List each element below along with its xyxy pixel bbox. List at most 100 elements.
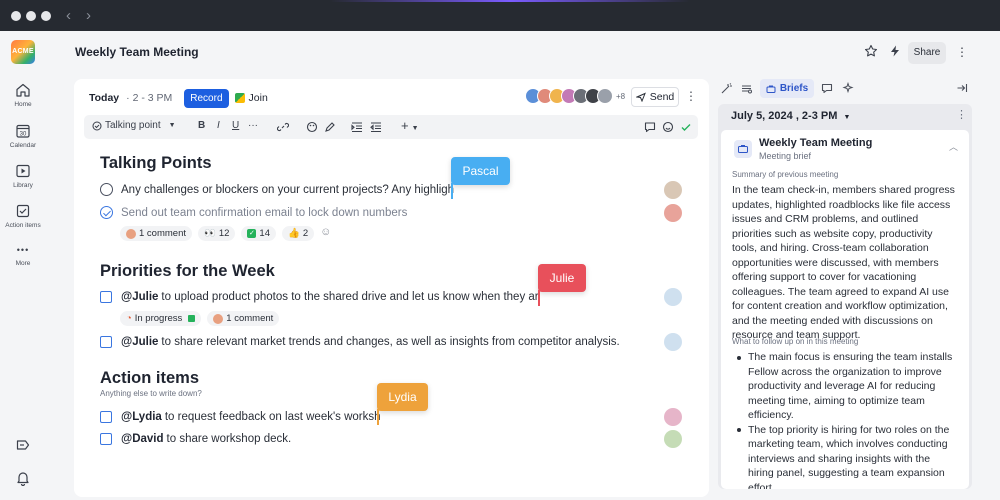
attendee-avatars[interactable]: +8 — [525, 88, 625, 104]
more-format-button[interactable]: ··· — [248, 120, 258, 131]
sidebar-item-label: Action items — [5, 222, 41, 229]
action-item[interactable]: @David to share workshop deck. — [100, 433, 291, 445]
insert-button[interactable]: + ▼ — [401, 118, 419, 133]
talking-point-item[interactable]: Send out team confirmation email to lock… — [100, 206, 407, 219]
sidebar-item-label: Home — [14, 101, 32, 108]
collapse-panel-icon[interactable] — [956, 82, 968, 94]
join-button[interactable]: Join — [234, 92, 268, 104]
sidebar-item-action-items[interactable]: Action items — [0, 203, 46, 229]
feedback-icon — [16, 440, 30, 450]
record-button[interactable]: Record — [184, 88, 229, 108]
tab-briefs[interactable]: Briefs — [760, 79, 814, 98]
sidebar-item-label: Library — [13, 182, 33, 189]
action-item[interactable]: @Lydia to request feedback on last week'… — [100, 411, 381, 423]
panel-kebab-icon[interactable]: ⋮ — [956, 108, 967, 121]
sparkle-icon[interactable] — [842, 82, 855, 95]
block-style-select[interactable]: Talking point ▼ — [92, 120, 176, 131]
back-icon[interactable]: ‹ — [66, 7, 71, 24]
underline-button[interactable]: U — [232, 120, 239, 131]
followup-label: What to follow up on in this meeting — [732, 337, 859, 346]
calendar-day: 30 — [20, 131, 27, 137]
outdent-icon[interactable] — [370, 121, 382, 133]
cursor-tag-julie: Julie — [538, 264, 586, 292]
status-badge[interactable]: ◔ In progress — [120, 311, 202, 326]
palette-icon[interactable] — [306, 121, 318, 133]
notifications-button[interactable] — [0, 470, 46, 486]
cursor-tag-lydia: Lydia — [377, 383, 428, 411]
lightning-icon[interactable] — [888, 44, 902, 58]
magic-wand-icon[interactable] — [720, 82, 733, 95]
meeting-date-select[interactable]: July 5, 2024 , 2-3 PM ▼ — [731, 110, 850, 122]
avatar — [597, 88, 613, 104]
window-minimize-dot[interactable] — [26, 11, 36, 21]
attendee-more-count: +8 — [616, 91, 626, 101]
comment-chip[interactable]: 1 comment — [120, 226, 192, 241]
talking-point-checkbox-checked[interactable] — [100, 206, 113, 219]
reaction-row: 1 comment 👀 12 ✓ 14 👍 2 ☺ — [120, 226, 331, 241]
share-button[interactable]: Share — [908, 42, 946, 64]
action-item-checkbox[interactable] — [100, 291, 112, 303]
section-title-priorities: Priorities for the Week — [100, 262, 275, 280]
window-close-dot[interactable] — [11, 11, 21, 21]
card-kebab-icon[interactable]: ⋮ — [685, 89, 697, 103]
avatar — [664, 408, 682, 426]
app-logo[interactable]: ACME — [11, 40, 35, 64]
talking-point-checkbox[interactable] — [100, 183, 113, 196]
add-reaction-icon[interactable]: ☺ — [320, 226, 331, 241]
editor-toolbar: Talking point ▼ B I U ··· + ▼ — [84, 115, 698, 139]
indent-icon[interactable] — [351, 121, 363, 133]
talking-point-item[interactable]: Any challenges or blockers on your curre… — [100, 183, 454, 196]
comment-icon[interactable] — [644, 121, 656, 133]
check-reaction[interactable]: ✓ 14 — [241, 226, 276, 241]
meeting-day: Today — [89, 92, 120, 104]
action-items-icon — [16, 204, 30, 218]
emoji-icon[interactable] — [662, 121, 674, 133]
feedback-button[interactable] — [0, 437, 46, 453]
mention[interactable]: @David — [121, 433, 164, 445]
forward-icon[interactable]: › — [86, 7, 91, 24]
star-icon[interactable] — [864, 44, 878, 58]
agenda-icon[interactable] — [740, 82, 753, 95]
left-rail: ACME Home 30 Calendar Library Action ite… — [0, 31, 46, 500]
thumbs-up-reaction[interactable]: 👍 2 — [282, 226, 315, 241]
saved-check-icon — [681, 124, 691, 131]
thumbs-up-icon: 👍 — [288, 228, 300, 239]
mention[interactable]: @Julie — [121, 291, 158, 303]
action-item-checkbox[interactable] — [100, 336, 112, 348]
avatar — [126, 228, 136, 239]
sidebar-item-calendar[interactable]: 30 Calendar — [0, 123, 46, 149]
more-icon: ••• — [16, 245, 30, 255]
chevron-down-icon: ▼ — [843, 114, 851, 121]
eyes-reaction[interactable]: 👀 12 — [198, 226, 236, 241]
sidebar-item-more[interactable]: ••• More — [0, 243, 46, 267]
briefcase-icon — [766, 85, 776, 93]
status-icon: ◔ — [126, 313, 132, 324]
comment-chip[interactable]: 1 comment — [207, 311, 280, 326]
section-subtitle: Anything else to write down? — [100, 389, 202, 398]
meeting-time: · 2 - 3 PM — [126, 92, 173, 104]
avatar — [213, 313, 224, 324]
avatar — [664, 430, 682, 448]
send-button[interactable]: Send — [631, 87, 679, 107]
window-maximize-dot[interactable] — [41, 11, 51, 21]
status-row: ◔ In progress 1 comment — [120, 311, 280, 326]
section-title-talking-points: Talking Points — [100, 154, 212, 172]
followup-list: The main focus is ensuring the team inst… — [732, 350, 958, 489]
list-item: The top priority is hiring for two roles… — [732, 423, 958, 489]
sidebar-item-library[interactable]: Library — [0, 163, 46, 189]
action-item[interactable]: @Julie to upload product photos to the s… — [100, 291, 539, 303]
mention[interactable]: @Julie — [121, 336, 158, 348]
header-kebab-icon[interactable]: ⋮ — [956, 45, 968, 59]
action-item-checkbox[interactable] — [100, 433, 112, 445]
mention[interactable]: @Lydia — [121, 411, 162, 423]
bold-button[interactable]: B — [198, 120, 205, 131]
action-item[interactable]: @Julie to share relevant market trends a… — [100, 336, 620, 348]
sidebar-item-home[interactable]: Home — [0, 82, 46, 108]
chat-icon[interactable] — [821, 82, 834, 95]
highlighter-icon[interactable] — [324, 121, 336, 133]
italic-button[interactable]: I — [217, 120, 220, 131]
chevron-up-icon[interactable]: ︿ — [949, 140, 958, 153]
link-icon[interactable] — [277, 121, 289, 133]
status-dot — [188, 315, 196, 322]
action-item-checkbox[interactable] — [100, 411, 112, 423]
